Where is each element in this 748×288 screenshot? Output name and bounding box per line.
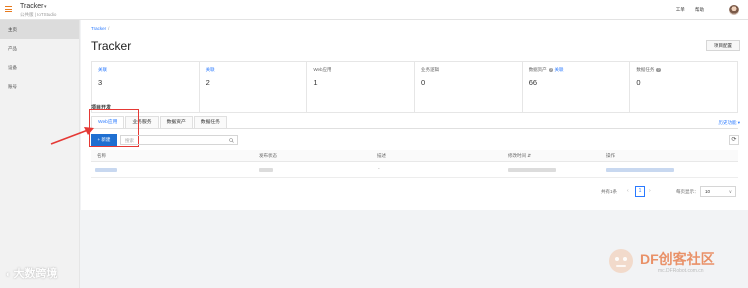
sidebar-item-label: 账号 [8, 84, 17, 89]
column-header-status: 发布状态 [259, 153, 277, 158]
stat-value: 2 [205, 78, 210, 87]
refresh-icon[interactable]: ⟳ [729, 135, 739, 145]
help-icon[interactable]: ? [656, 67, 661, 73]
stat-label: 关联 [206, 67, 301, 73]
pagination-total: 共有1条 [601, 189, 618, 194]
sidebar-item-home[interactable]: 主页 [0, 20, 79, 39]
stats-panel: 关联 3 关联 2 Web应用 1 业务逻辑 0 数据资产? 关联 66 数据任… [91, 61, 738, 113]
table-header: 名称 发布状态 描述 修改时间 ⇵ 操作 [91, 150, 738, 162]
main-content: Tracker / Tracker 项目配置 关联 3 关联 2 Web应用 1 … [81, 20, 748, 210]
stat-card: 关联 2 [200, 62, 308, 112]
annotation-arrow-icon [50, 127, 94, 145]
help-icon[interactable]: ? [548, 67, 554, 73]
stat-card: 业务逻辑 0 [415, 62, 523, 112]
stat-card: Web应用 1 [307, 62, 416, 112]
breadcrumb-separator: / [108, 26, 110, 31]
column-header-name: 名称 [97, 153, 106, 158]
chevron-down-icon: ∨ [728, 189, 732, 194]
stat-link[interactable]: 关联 [206, 67, 215, 72]
description-cell: - [378, 166, 380, 172]
stat-value: 1 [313, 78, 318, 87]
app-subtitle: 公共版 | IoTStudio [20, 12, 57, 17]
sidebar-item-products[interactable]: 产品 [0, 39, 79, 58]
search-input[interactable]: 搜索 [120, 135, 238, 145]
sidebar-item-label: 设备 [8, 65, 17, 70]
app-name-redacted[interactable] [95, 168, 117, 172]
stat-link[interactable]: 关联 [98, 67, 107, 72]
tab-divider [91, 128, 738, 129]
hamburger-menu-icon[interactable] [5, 6, 12, 12]
breadcrumb: Tracker / [91, 26, 109, 31]
column-header-description: 描述 [377, 153, 386, 158]
watermark-url: mc.DFRobot.com.cn [658, 268, 704, 274]
sidebar-item-label: 产品 [8, 46, 17, 51]
top-bar: Tracker ▾ 公共版 | IoTStudio 工单 帮助 [0, 0, 748, 20]
stat-label: 数据任务? [636, 67, 661, 73]
stat-value: 66 [528, 78, 538, 87]
next-page-icon[interactable]: › [649, 188, 651, 194]
page-size-select[interactable]: 10 ∨ [700, 186, 736, 197]
column-header-actions: 操作 [606, 153, 615, 158]
sidebar: 主页 产品 设备 账号 [0, 20, 80, 288]
stat-label: 关联 [98, 67, 193, 73]
breadcrumb-project-link[interactable]: Tracker [91, 26, 106, 31]
sidebar-item-label: 主页 [8, 27, 17, 32]
top-links: 工单 帮助 [667, 7, 704, 13]
stat-label: 业务逻辑 [421, 67, 440, 72]
history-link[interactable]: 历史功能 ▾ [718, 120, 740, 126]
stat-label: 数据资产? 关联 [528, 67, 564, 73]
search-icon[interactable] [229, 137, 234, 143]
stat-value: 3 [98, 78, 103, 87]
watermark-brand: DF创客社区 [640, 251, 715, 267]
column-header-modified[interactable]: 修改时间 ⇵ [508, 153, 531, 159]
help-link[interactable]: 帮助 [695, 7, 704, 12]
stat-card: 数据资产? 关联 66 [523, 62, 631, 112]
watermark-left: ◐ 大数跨境 [6, 268, 58, 280]
stat-link[interactable]: 关联 [554, 67, 563, 72]
tickets-link[interactable]: 工单 [676, 7, 685, 12]
current-page[interactable]: 1 [635, 186, 645, 197]
project-config-button[interactable]: 项目配置 [706, 40, 740, 51]
app-switcher-caret-icon[interactable]: ▾ [44, 4, 47, 10]
status-redacted [259, 168, 273, 172]
search-placeholder: 搜索 [125, 138, 134, 143]
stat-value: 0 [636, 78, 641, 87]
page-title: Tracker [91, 39, 132, 53]
table-row[interactable]: - [91, 162, 738, 178]
sidebar-item-accounts[interactable]: 账号 [0, 77, 79, 96]
robot-logo-icon [609, 249, 633, 273]
stat-value: 0 [421, 78, 426, 87]
sidebar-item-devices[interactable]: 设备 [0, 58, 79, 77]
app-title[interactable]: Tracker [20, 3, 43, 10]
stat-card: 数据任务? 0 [630, 62, 737, 112]
stat-label: Web应用 [313, 67, 332, 72]
user-avatar[interactable] [729, 5, 739, 15]
page-size-label: 每页显示： [676, 189, 699, 194]
modified-time-redacted [508, 168, 556, 172]
actions-redacted[interactable] [606, 168, 674, 172]
watermark-right: DF创客社区 mc.DFRobot.com.cn [606, 246, 742, 280]
prev-page-icon[interactable]: ‹ [627, 188, 629, 194]
